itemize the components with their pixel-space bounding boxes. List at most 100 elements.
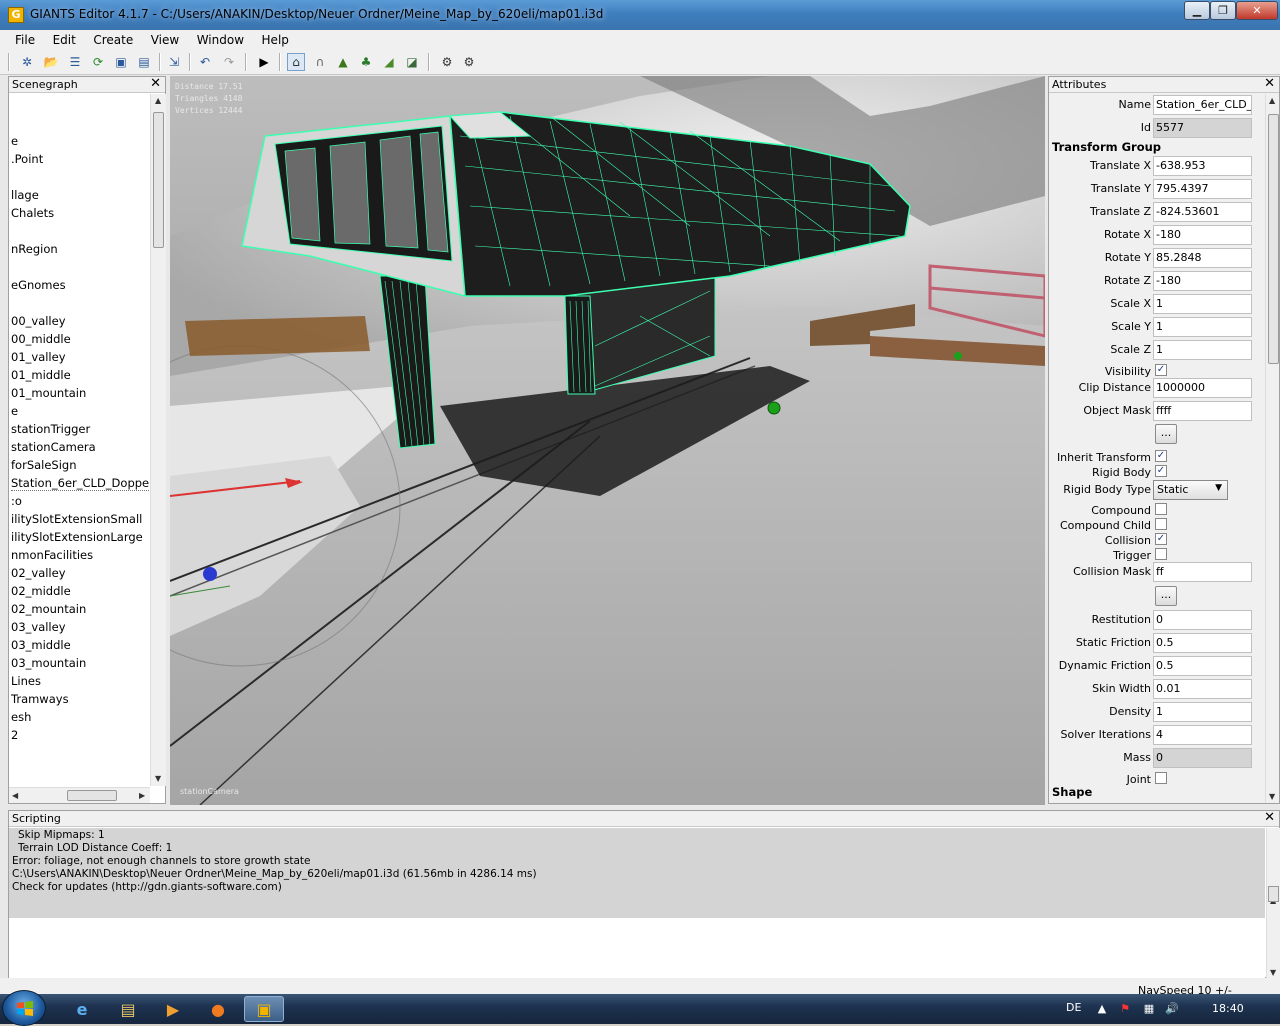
- select-mode-icon[interactable]: ⌂: [287, 53, 305, 71]
- scenegraph-node[interactable]: 03_middle: [11, 637, 71, 653]
- menu-view[interactable]: View: [144, 31, 186, 49]
- dynamic-friction-field[interactable]: 0.5: [1153, 656, 1252, 676]
- scenegraph-node[interactable]: e: [11, 133, 18, 149]
- scenegraph-node[interactable]: stationTrigger: [11, 421, 90, 437]
- import-icon[interactable]: ⇲: [165, 53, 183, 71]
- scroll-left-arrow-icon[interactable]: ◀: [12, 791, 18, 800]
- scroll-down-arrow-icon[interactable]: ▼: [1270, 968, 1276, 977]
- rotate-x-field[interactable]: -180: [1153, 225, 1252, 245]
- action-center-icon[interactable]: ⚑: [1118, 1002, 1132, 1016]
- scenegraph-node[interactable]: eGnomes: [11, 277, 66, 293]
- menu-window[interactable]: Window: [190, 31, 251, 49]
- object-marker[interactable]: [767, 401, 781, 415]
- scenegraph-node[interactable]: llage: [11, 187, 39, 203]
- close-icon[interactable]: ✕: [1264, 810, 1275, 825]
- scenegraph-node[interactable]: :o: [11, 493, 22, 509]
- scenegraph-node[interactable]: 03_valley: [11, 619, 66, 635]
- internet-explorer-icon[interactable]: e: [62, 996, 102, 1022]
- scripting-vertical-scrollbar[interactable]: ▲ ▼: [1266, 828, 1280, 978]
- magnet-icon[interactable]: ∩: [311, 53, 329, 71]
- scroll-down-arrow-icon[interactable]: ▼: [155, 774, 161, 783]
- scenegraph-node[interactable]: Station_6er_CLD_Doppe: [11, 475, 149, 491]
- minimize-button[interactable]: ▁: [1184, 1, 1210, 20]
- scenegraph-node[interactable]: nmonFacilities: [11, 547, 93, 563]
- close-icon[interactable]: ✕: [150, 76, 161, 91]
- clip-distance-field[interactable]: 1000000: [1153, 378, 1252, 398]
- scenegraph-node[interactable]: forSaleSign: [11, 457, 77, 473]
- scenegraph-vertical-scrollbar[interactable]: ▲ ▼: [150, 94, 166, 786]
- scenegraph-node[interactable]: 01_mountain: [11, 385, 86, 401]
- file-explorer-icon[interactable]: ▤: [108, 996, 148, 1022]
- scenegraph-node[interactable]: e: [11, 403, 18, 419]
- open-icon[interactable]: 📂: [42, 53, 60, 71]
- collision-checkbox[interactable]: ✓: [1155, 533, 1167, 545]
- maximize-button[interactable]: ❐: [1210, 1, 1236, 20]
- firefox-icon[interactable]: ●: [198, 996, 238, 1022]
- object-mask-browse-button[interactable]: ...: [1155, 424, 1177, 444]
- solver-iterations-field[interactable]: 4: [1153, 725, 1252, 745]
- scenegraph-node[interactable]: 00_middle: [11, 331, 71, 347]
- new-icon[interactable]: ✲: [18, 53, 36, 71]
- network-icon[interactable]: ▦: [1142, 1002, 1156, 1016]
- close-button[interactable]: ✕: [1236, 1, 1278, 20]
- scenegraph-node[interactable]: 02_mountain: [11, 601, 86, 617]
- scenegraph-node[interactable]: ilitySlotExtensionLarge: [11, 529, 143, 545]
- scenegraph-node[interactable]: ilitySlotExtensionSmall: [11, 511, 142, 527]
- scenegraph-node[interactable]: esh: [11, 709, 31, 725]
- translate-x-field[interactable]: -638.953: [1153, 156, 1252, 176]
- static-friction-field[interactable]: 0.5: [1153, 633, 1252, 653]
- menu-edit[interactable]: Edit: [46, 31, 83, 49]
- redo-icon[interactable]: ↷: [220, 53, 238, 71]
- scroll-right-arrow-icon[interactable]: ▶: [139, 791, 145, 800]
- save-as-icon[interactable]: ▤: [135, 53, 153, 71]
- skin-width-field[interactable]: 0.01: [1153, 679, 1252, 699]
- scrollbar-thumb[interactable]: [153, 112, 164, 248]
- rigid-body-checkbox[interactable]: ✓: [1155, 465, 1167, 477]
- undo-icon[interactable]: ↶: [196, 53, 214, 71]
- render-settings-icon[interactable]: ⚙: [460, 53, 478, 71]
- collision-mask-field[interactable]: ff: [1153, 562, 1252, 582]
- refresh-icon[interactable]: ⟳: [89, 53, 107, 71]
- object-mask-field[interactable]: ffff: [1153, 401, 1252, 421]
- scenegraph-node[interactable]: 01_middle: [11, 367, 71, 383]
- scroll-up-arrow-icon[interactable]: ▲: [155, 96, 161, 105]
- scrollbar-thumb[interactable]: [1268, 886, 1279, 902]
- save-icon[interactable]: ▣: [112, 53, 130, 71]
- scrollbar-thumb[interactable]: [67, 790, 117, 801]
- clock[interactable]: 18:40: [1212, 1002, 1244, 1015]
- visibility-checkbox[interactable]: ✓: [1155, 364, 1167, 376]
- gizmo-z-handle[interactable]: [203, 567, 217, 581]
- scenegraph-node[interactable]: 03_mountain: [11, 655, 86, 671]
- menu-create[interactable]: Create: [86, 31, 140, 49]
- scenegraph-horizontal-scrollbar[interactable]: ◀ ▶: [9, 787, 150, 803]
- render-icon[interactable]: ⚙: [438, 53, 456, 71]
- scenegraph-node[interactable]: 2: [11, 727, 18, 743]
- rotate-z-field[interactable]: -180: [1153, 271, 1252, 291]
- scenegraph-node[interactable]: nRegion: [11, 241, 58, 257]
- 3d-viewport[interactable]: Distance 17.51 Triangles 4148 Vertices 1…: [170, 76, 1045, 805]
- scenegraph-node[interactable]: 02_middle: [11, 583, 71, 599]
- rotate-y-field[interactable]: 85.2848: [1153, 248, 1252, 268]
- start-button[interactable]: [2, 990, 46, 1026]
- scale-z-field[interactable]: 1: [1153, 340, 1252, 360]
- scenegraph-node[interactable]: .Point: [11, 151, 43, 167]
- menu-help[interactable]: Help: [255, 31, 296, 49]
- scenegraph-node[interactable]: Tramways: [11, 691, 69, 707]
- menu-file[interactable]: File: [8, 31, 42, 49]
- translate-y-field[interactable]: 795.4397: [1153, 179, 1252, 199]
- scenegraph-node[interactable]: 00_valley: [11, 313, 66, 329]
- trigger-checkbox[interactable]: [1155, 548, 1167, 560]
- inherit-transform-checkbox[interactable]: ✓: [1155, 450, 1167, 462]
- scroll-down-arrow-icon[interactable]: ▼: [1269, 792, 1275, 801]
- scenegraph-node[interactable]: stationCamera: [11, 439, 96, 455]
- paint-bucket-icon[interactable]: ◪: [403, 53, 421, 71]
- play-icon[interactable]: ▶: [255, 53, 273, 71]
- scenegraph-node[interactable]: Chalets: [11, 205, 54, 221]
- show-hidden-icons-icon[interactable]: ▲: [1095, 1002, 1109, 1016]
- scenegraph-node[interactable]: Lines: [11, 673, 41, 689]
- foliage-paint-icon[interactable]: ♣: [357, 53, 375, 71]
- object-marker[interactable]: [954, 352, 962, 360]
- volume-icon[interactable]: 🔊: [1165, 1002, 1179, 1016]
- collision-mask-browse-button[interactable]: ...: [1155, 586, 1177, 606]
- translate-z-field[interactable]: -824.53601: [1153, 202, 1252, 222]
